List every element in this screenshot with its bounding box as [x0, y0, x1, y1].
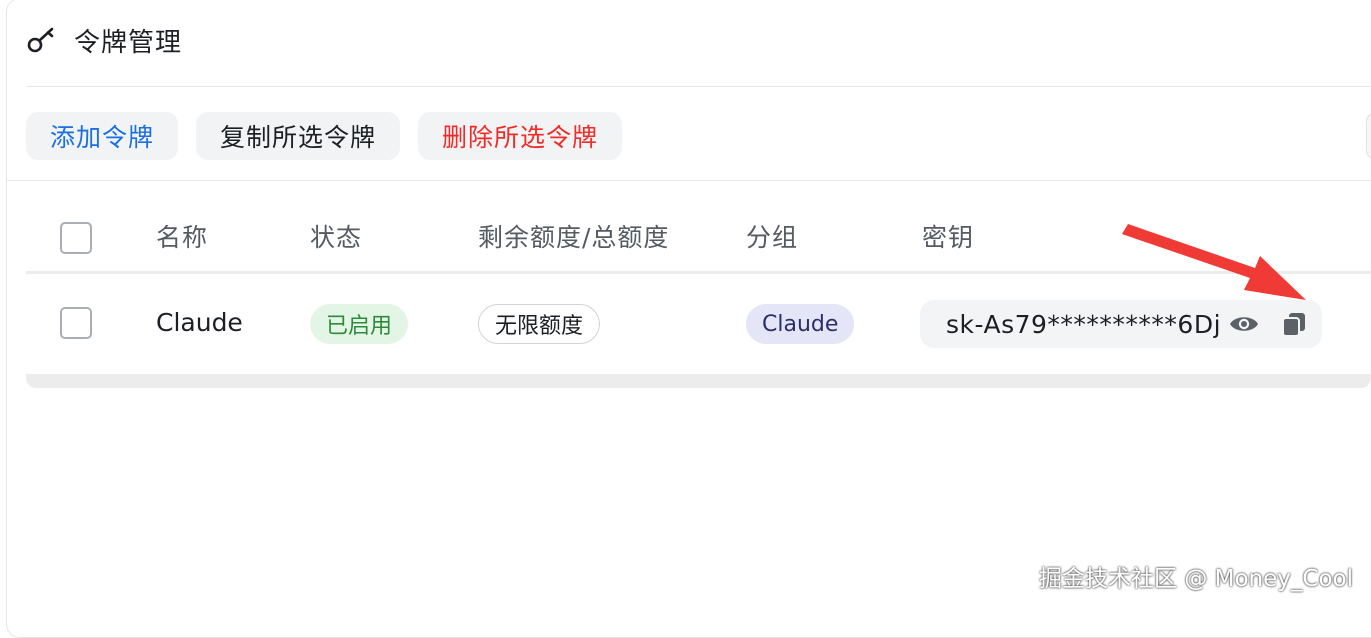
column-header-group[interactable]: 分组	[746, 218, 798, 254]
eye-icon[interactable]	[1227, 307, 1261, 341]
copy-icon[interactable]	[1277, 307, 1311, 341]
table-horizontal-scrollbar[interactable]	[26, 374, 1371, 388]
token-key-text: sk-As79**********6Dj	[946, 310, 1221, 339]
toolbar: 添加令牌 复制所选令牌 删除所选令牌	[26, 112, 622, 160]
page-title: 令牌管理	[74, 22, 182, 59]
key-icon	[26, 24, 58, 56]
copy-selected-tokens-button[interactable]: 复制所选令牌	[196, 112, 400, 160]
token-name: Claude	[156, 308, 243, 337]
toolbar-search-input[interactable]	[1366, 112, 1371, 160]
watermark: 掘金技术社区 @ Money_Cool	[1039, 559, 1353, 593]
column-header-name[interactable]: 名称	[156, 218, 208, 254]
select-all-checkbox[interactable]	[60, 222, 92, 254]
column-header-key[interactable]: 密钥	[922, 218, 974, 254]
group-badge: Claude	[746, 304, 854, 344]
delete-selected-tokens-button[interactable]: 删除所选令牌	[418, 112, 622, 160]
quota-badge: 无限额度	[478, 304, 600, 344]
column-header-quota[interactable]: 剩余额度/总额度	[478, 218, 669, 254]
page-header: 令牌管理	[26, 18, 182, 62]
add-token-button[interactable]: 添加令牌	[26, 112, 178, 160]
row-select-checkbox[interactable]	[60, 307, 92, 339]
column-header-status[interactable]: 状态	[310, 218, 362, 254]
annotation-arrow-icon	[1110, 220, 1310, 310]
divider	[26, 86, 1371, 87]
status-badge: 已启用	[310, 304, 408, 344]
divider	[6, 180, 1371, 181]
